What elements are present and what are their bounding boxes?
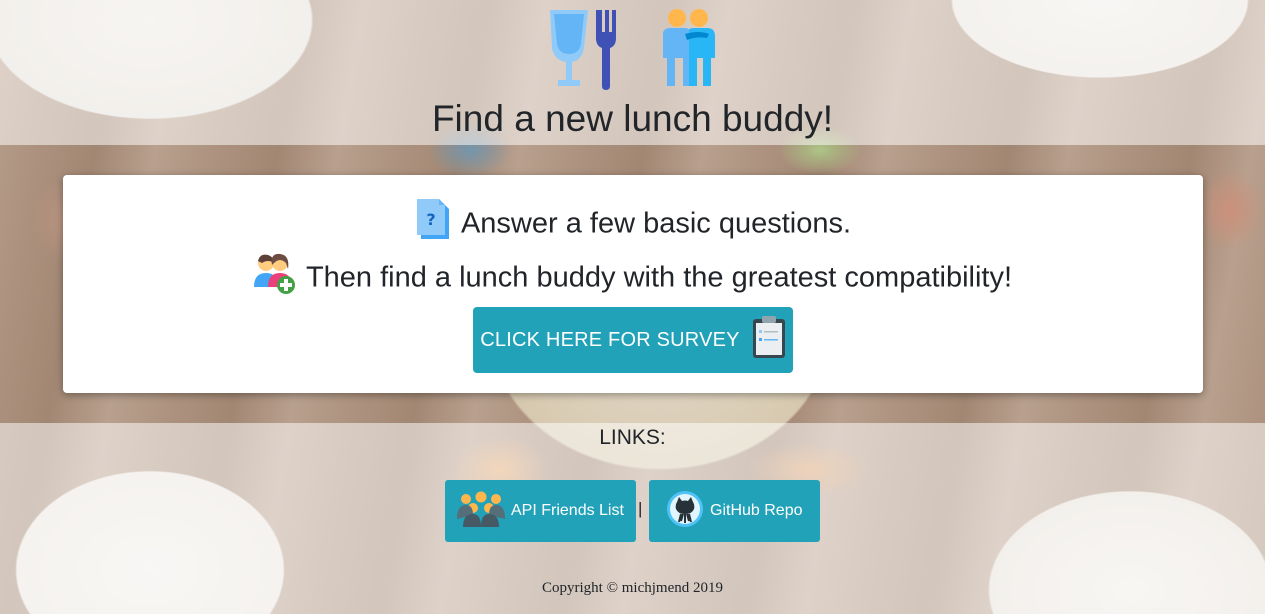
- question-document-icon: ?: [415, 199, 451, 249]
- survey-button-label: CLICK HERE FOR SURVEY: [480, 328, 740, 351]
- intro-line-questions-text: Answer a few basic questions.: [460, 207, 852, 240]
- clipboard-icon: [752, 315, 786, 365]
- github-repo-label: GitHub Repo: [710, 502, 803, 519]
- github-octocat-icon: [666, 490, 704, 533]
- intro-line-compatibility: Then find a lunch buddy with the greates…: [63, 253, 1203, 303]
- intro-card: ? Answer a few basic questions. Then fin…: [63, 175, 1203, 393]
- links-separator: |: [638, 499, 643, 518]
- footer-copyright: Copyright © michjmend 2019: [542, 580, 723, 596]
- svg-text:?: ?: [426, 210, 435, 229]
- github-repo-button[interactable]: GitHub Repo: [649, 480, 820, 542]
- group-people-icon: [457, 491, 505, 532]
- api-friends-list-label: API Friends List: [511, 502, 624, 519]
- add-people-icon: [253, 253, 296, 303]
- hero-icons: [0, 8, 1265, 95]
- api-friends-list-button[interactable]: API Friends List: [445, 480, 636, 542]
- survey-button[interactable]: CLICK HERE FOR SURVEY: [473, 307, 793, 373]
- glass-fork-icon: [546, 8, 628, 95]
- intro-line-questions: ? Answer a few basic questions.: [63, 199, 1203, 249]
- two-people-icon: [659, 8, 719, 95]
- links-heading: LINKS:: [599, 426, 666, 449]
- page-title: Find a new lunch buddy!: [431, 98, 834, 139]
- intro-line-compatibility-text: Then find a lunch buddy with the greates…: [305, 261, 1013, 294]
